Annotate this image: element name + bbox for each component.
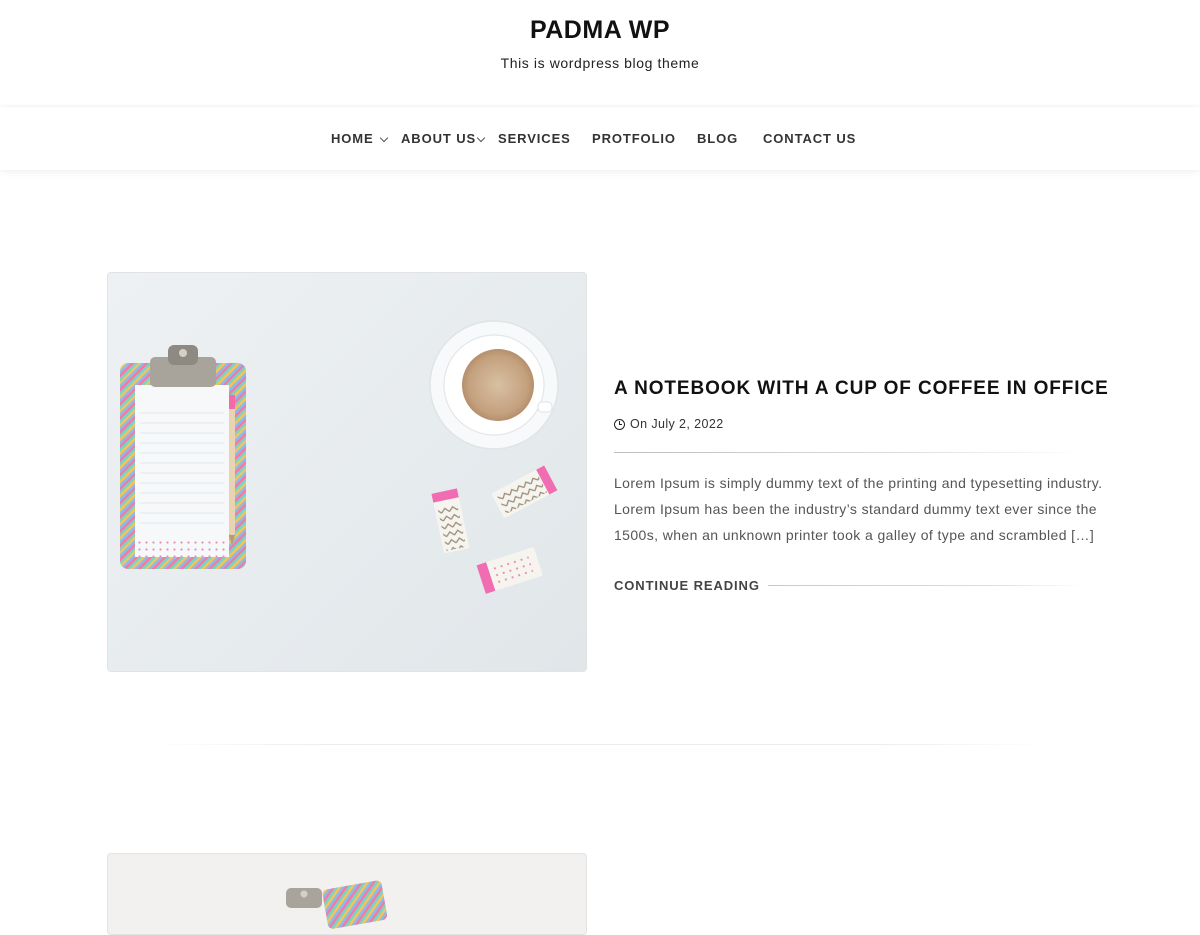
- nav-item-about-us[interactable]: ABOUT US: [401, 131, 476, 146]
- site-title[interactable]: PADMA WP: [0, 16, 1200, 45]
- post-featured-image[interactable]: [107, 272, 587, 672]
- post-featured-image[interactable]: [107, 853, 587, 935]
- nav-item-contact-us[interactable]: CONTACT US: [763, 131, 856, 146]
- site-description: This is wordpress blog theme: [500, 55, 700, 71]
- continue-reading-divider: [767, 584, 1084, 586]
- nav-item-services[interactable]: SERVICES: [498, 131, 571, 146]
- clipboard-photo: [286, 880, 388, 929]
- post-date[interactable]: On July 2, 2022: [630, 417, 724, 431]
- clipboard-coffee-erasers-photo: [120, 320, 559, 594]
- post-excerpt: Lorem Ipsum is simply dummy text of the …: [614, 470, 1104, 548]
- nav-item-protfolio[interactable]: PROTFOLIO: [592, 131, 676, 146]
- excerpt-line: Lorem Ipsum has been the industry’s stan…: [614, 501, 1097, 517]
- main-navigation: HOME ABOUT US SERVICES PROTFOLIO BLOG CO…: [0, 107, 1200, 170]
- nav-item-blog[interactable]: BLOG: [697, 131, 738, 146]
- chevron-down-icon[interactable]: [476, 133, 486, 143]
- site-header: PADMA WP This is wordpress blog theme: [0, 0, 1200, 106]
- nav-item-home[interactable]: HOME: [331, 131, 374, 146]
- post-title[interactable]: A NOTEBOOK WITH A CUP OF COFFEE IN OFFIC…: [614, 378, 1109, 400]
- excerpt-line: 1500s, when an unknown printer took a ga…: [614, 527, 1095, 543]
- continue-reading-row: CONTINUE READING: [614, 576, 1084, 594]
- post-meta: On July 2, 2022: [614, 417, 724, 431]
- clock-icon: [614, 418, 625, 430]
- excerpt-line: Lorem Ipsum is simply dummy text of the …: [614, 475, 1103, 491]
- meta-divider: [614, 452, 1084, 453]
- chevron-down-icon[interactable]: [379, 133, 389, 143]
- post-divider: [150, 744, 1050, 745]
- continue-reading-link[interactable]: CONTINUE READING: [614, 578, 760, 593]
